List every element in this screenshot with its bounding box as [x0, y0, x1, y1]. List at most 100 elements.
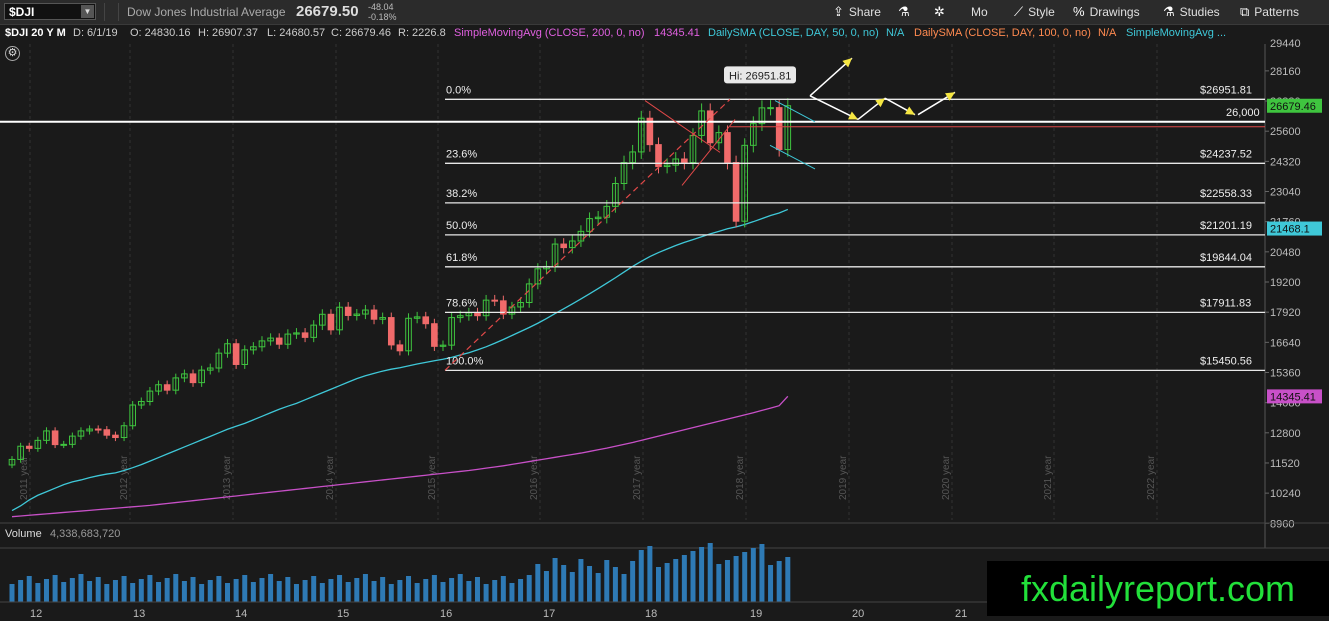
- volume-bar: [595, 573, 601, 602]
- y-tick-label: 23040: [1270, 187, 1301, 199]
- close-readout: C: 26679.46: [331, 27, 391, 39]
- volume-bar: [199, 584, 205, 602]
- candle-body: [491, 299, 499, 302]
- volume-bar: [61, 582, 67, 602]
- candle-body: [163, 384, 171, 391]
- candle-body: [301, 332, 309, 338]
- fib-level-price: $26951.81: [1200, 84, 1252, 96]
- volume-bar: [733, 556, 739, 602]
- year-label: 2012 year: [119, 455, 130, 500]
- dsma50-value: N/A: [886, 27, 905, 39]
- low-readout: L: 24680.57: [267, 27, 326, 39]
- fib-level-pct: 61.8%: [446, 252, 477, 264]
- chart-settings-icon[interactable]: ⚙: [5, 46, 20, 61]
- volume-bar: [535, 564, 541, 602]
- sma-more-study-label[interactable]: SimpleMovingAvg ...: [1126, 27, 1226, 39]
- volume-bar: [681, 555, 687, 602]
- price-tag-label: 14345.41: [1270, 391, 1316, 403]
- volume-bar: [569, 572, 575, 602]
- y-tick-label: 17920: [1270, 307, 1301, 319]
- candle-body: [51, 430, 59, 446]
- volume-bar: [216, 576, 222, 602]
- high-readout: H: 26907.37: [198, 27, 258, 39]
- volume-bar: [406, 576, 412, 602]
- fib-level-pct: 50.0%: [446, 220, 477, 232]
- volume-bar: [371, 581, 377, 602]
- year-label: 2019 year: [838, 455, 849, 500]
- volume-bar: [259, 578, 265, 602]
- volume-bar: [104, 584, 110, 602]
- volume-bar: [362, 574, 368, 602]
- volume-bar: [647, 546, 653, 602]
- y-tick-label: 16640: [1270, 337, 1301, 349]
- candle-body: [327, 313, 335, 331]
- y-tick-label: 15360: [1270, 367, 1301, 379]
- volume-bar: [604, 560, 610, 602]
- volume-bar: [423, 579, 429, 602]
- volume-bar: [759, 544, 765, 602]
- volume-bar: [147, 575, 153, 602]
- candle-body: [387, 317, 395, 346]
- volume-bar: [785, 557, 791, 602]
- y-tick-label: 10240: [1270, 488, 1301, 500]
- x-tick-label: 19: [750, 608, 762, 620]
- volume-bar: [87, 581, 93, 602]
- dsma50-study-label[interactable]: DailySMA (CLOSE, DAY, 50, 0, no): [708, 27, 879, 39]
- volume-bar: [276, 581, 282, 602]
- volume-bar: [466, 581, 472, 602]
- support-line-label: 26,000: [1226, 107, 1260, 119]
- fib-level-price: $15450.56: [1200, 355, 1252, 367]
- volume-bar: [750, 548, 756, 602]
- y-tick-label: 12800: [1270, 428, 1301, 440]
- x-tick-label: 16: [440, 608, 452, 620]
- candle-body: [112, 434, 119, 439]
- candle-body: [232, 343, 240, 365]
- price-tag-label: 26679.46: [1270, 101, 1316, 113]
- x-tick-label: 13: [133, 608, 145, 620]
- volume-bar: [173, 574, 179, 602]
- candle-body: [431, 323, 438, 347]
- fib-level-price: $24237.52: [1200, 148, 1252, 160]
- candle-body: [370, 309, 378, 320]
- volume-bar: [612, 567, 618, 602]
- chart-info-bar: $DJI 20 Y M D: 6/1/19 O: 24830.16 H: 269…: [0, 25, 1329, 43]
- fib-level-price: $21201.19: [1200, 220, 1252, 232]
- chart-title: $DJI 20 Y M: [5, 27, 66, 39]
- volume-bar: [130, 583, 136, 602]
- candle-body: [189, 373, 197, 384]
- year-label: 2022 year: [1146, 455, 1157, 500]
- volume-bar: [285, 577, 291, 602]
- year-label: 2015 year: [427, 455, 438, 500]
- volume-bar: [664, 563, 670, 602]
- candle-body: [474, 312, 481, 317]
- volume-bar: [431, 575, 437, 602]
- volume-bar: [492, 580, 498, 602]
- y-tick-label: 8960: [1270, 518, 1294, 530]
- hi-label: Hi: 26951.81: [729, 70, 791, 82]
- volume-bar: [319, 583, 325, 602]
- range-readout: R: 2226.8: [398, 27, 446, 39]
- volume-bar: [354, 578, 360, 602]
- date-readout: D: 6/1/19: [73, 27, 118, 39]
- open-readout: O: 24830.16: [130, 27, 191, 39]
- x-tick-label: 12: [30, 608, 42, 620]
- volume-bar: [225, 583, 230, 602]
- sma200-study-label[interactable]: SimpleMovingAvg (CLOSE, 200, 0, no): [454, 27, 645, 39]
- y-tick-label: 24320: [1270, 156, 1301, 168]
- volume-bar: [35, 583, 41, 602]
- fib-level-pct: 38.2%: [446, 188, 477, 200]
- volume-bar: [233, 579, 239, 602]
- volume-bar: [699, 547, 705, 602]
- volume-bar: [526, 575, 532, 602]
- dsma100-study-label[interactable]: DailySMA (CLOSE, DAY, 100, 0, no): [914, 27, 1091, 39]
- volume-bar: [302, 580, 308, 602]
- fib-level-pct: 23.6%: [446, 148, 477, 160]
- volume-bar: [181, 581, 187, 602]
- volume-bar: [156, 582, 162, 602]
- y-tick-label: 25600: [1270, 126, 1301, 138]
- candle-body: [724, 132, 731, 164]
- price-chart[interactable]: 2011 year 2012 year 2013 year 2014 year 2015…: [0, 0, 1329, 621]
- candle-body: [560, 243, 567, 249]
- volume-bar: [552, 558, 558, 602]
- volume-label: Volume: [5, 528, 42, 540]
